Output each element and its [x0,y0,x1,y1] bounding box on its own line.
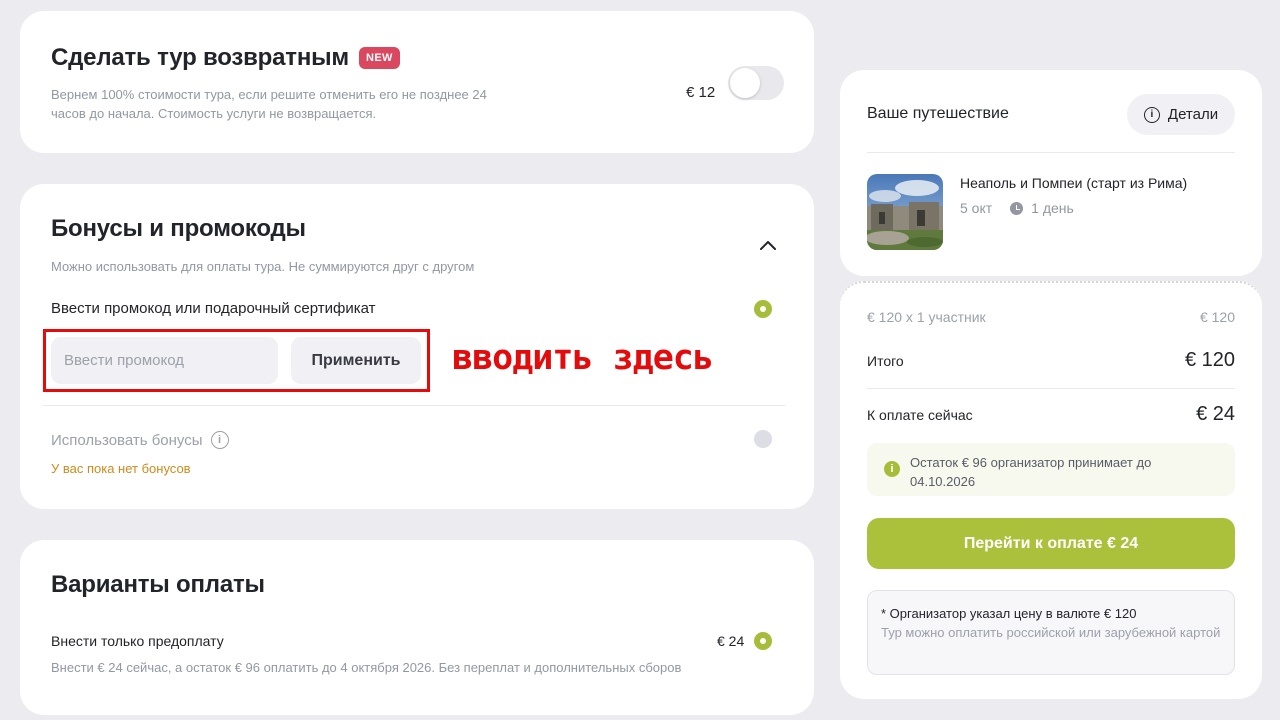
currency-footnote: * Организатор указал цену в валюте € 120… [867,590,1235,675]
pay-now-value: € 24 [1196,403,1235,425]
use-bonuses-option: Использовать бонусы i [51,431,229,449]
info-icon[interactable]: i [210,431,229,449]
tour-thumbnail [867,174,943,250]
per-person-label: € 120 x 1 участник [867,309,986,325]
trip-card: Ваше путешествие i Детали Неаполь и Помп… [840,70,1262,276]
chevron-up-icon[interactable] [758,238,778,252]
total-label: Итого [867,352,904,369]
bonus-title: Бонусы и промокоды [51,215,306,242]
total-row: Итого € 120 [867,349,1235,372]
promo-radio[interactable] [754,300,772,318]
new-badge: NEW [358,47,400,69]
refund-card: Сделать тур возвратным NEW Вернем 100% с… [20,11,814,153]
details-label: Детали [1167,106,1219,123]
bonus-card: Бонусы и промокоды Можно использовать дл… [20,184,814,509]
toggle-knob [730,68,760,98]
bonuses-radio[interactable] [754,430,772,448]
refund-description: Вернем 100% стоимости тура, если решите … [51,87,487,121]
tour-date: 5 окт [960,200,993,216]
refund-toggle[interactable] [728,66,784,100]
remainder-note: i Остаток € 96 организатор принимает до … [867,443,1235,496]
divider [43,405,785,406]
prepayment-description: Внести € 24 сейчас, а остаток € 96 оплат… [51,660,682,675]
refund-price: € 12 [686,84,716,101]
total-value: € 120 [1184,349,1235,371]
prepayment-radio[interactable] [754,632,772,650]
remainder-note-text: Остаток € 96 организатор принимает до 04… [910,455,1152,489]
footnote-line-1: * Организатор указал цену в валюте € 120 [881,606,1137,621]
clock-icon [1010,201,1024,215]
bonus-subtitle: Можно использовать для оплаты тура. Не с… [51,259,475,274]
payment-title: Варианты оплаты [51,571,265,598]
details-button[interactable]: i Детали [1127,94,1235,135]
use-bonuses-label: Использовать бонусы [51,431,203,449]
promo-option-label: Ввести промокод или подарочный сертифика… [51,300,376,317]
no-bonuses-text: У вас пока нет бонусов [51,461,191,476]
refund-title-row: Сделать тур возвратным NEW [51,44,400,72]
trip-heading: Ваше путешествие [867,105,1009,122]
proceed-to-payment-button[interactable]: Перейти к оплате € 24 [867,518,1235,569]
tour-name: Неаполь и Помпеи (старт из Рима) [960,175,1188,191]
tour-meta: 5 окт 1 день [960,200,1074,216]
order-summary-card: € 120 x 1 участник € 120 Итого € 120 К о… [840,281,1262,699]
pay-now-label: К оплате сейчас [867,406,973,423]
prepayment-option-label: Внести только предоплату [51,633,224,649]
prepayment-option-price: € 24 [717,633,745,649]
info-icon: i [884,461,900,477]
tour-duration: 1 день [1031,200,1074,216]
payment-options-card: Варианты оплаты Внести только предоплату… [20,540,814,715]
divider [867,388,1235,389]
apply-button[interactable]: Применить [291,337,421,384]
per-person-value: € 120 [1199,309,1235,325]
pay-now-row: К оплате сейчас € 24 [867,403,1235,426]
refund-title: Сделать тур возвратным [51,44,349,71]
info-icon: i [1143,106,1160,123]
divider [867,152,1235,153]
footnote-line-2: Тур можно оплатить российской или зарубе… [881,625,1221,640]
annotation-text: вводить здесь [452,338,714,378]
per-person-row: € 120 x 1 участник € 120 [867,309,1235,325]
promo-code-input[interactable] [51,337,278,384]
